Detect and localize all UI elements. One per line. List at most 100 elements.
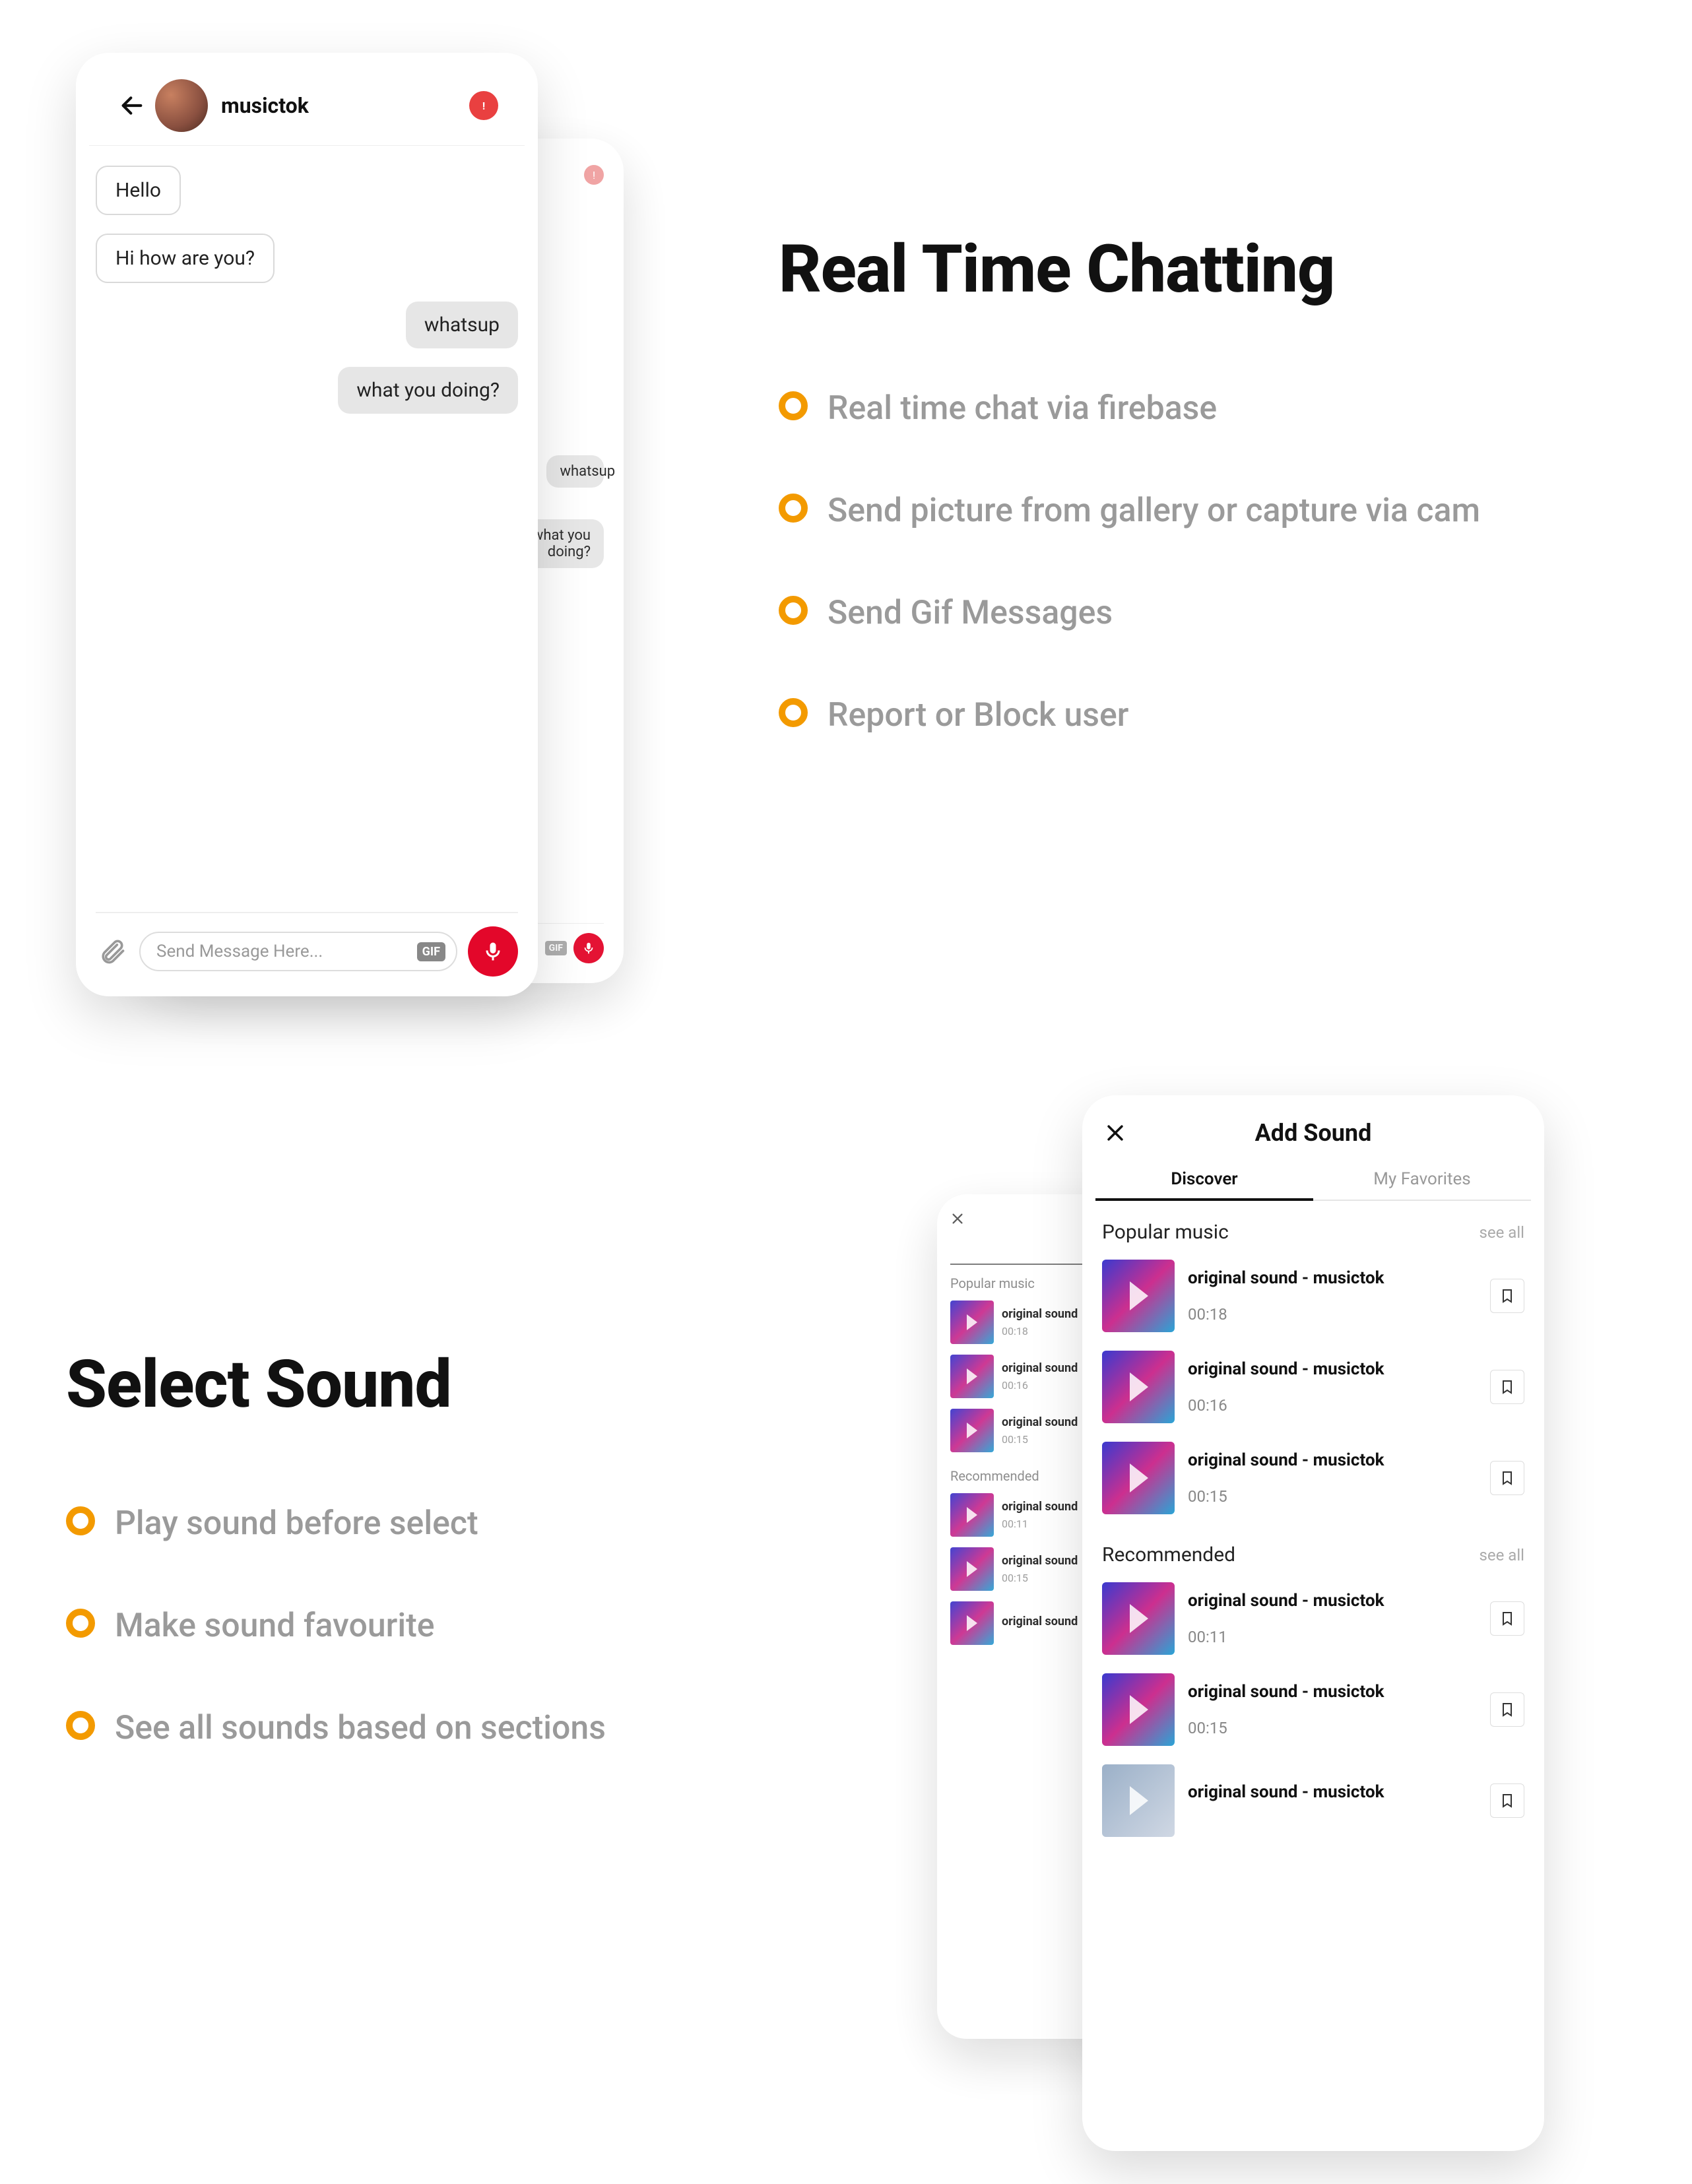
- sound-duration: 00:18: [1002, 1325, 1078, 1337]
- sound-duration: 00:15: [1188, 1719, 1477, 1737]
- section-title: Popular music: [1102, 1221, 1229, 1244]
- feature-text: Send picture from gallery or capture via…: [828, 490, 1480, 532]
- sound-duration: 00:11: [1002, 1518, 1078, 1530]
- sound-duration: 00:15: [1002, 1433, 1078, 1446]
- feature-item: Make sound favourite: [66, 1605, 792, 1648]
- feature-item: Report or Block user: [779, 694, 1571, 737]
- report-icon[interactable]: !: [469, 91, 498, 120]
- gif-button[interactable]: GIF: [545, 941, 567, 955]
- feature-text: Make sound favourite: [115, 1605, 435, 1648]
- msg-bubble: what you doing?: [338, 367, 518, 414]
- section-heading: Select Sound: [66, 1346, 792, 1423]
- sound-name: original sound - musictok: [1188, 1782, 1477, 1802]
- section-recommended-header: Recommended see all: [1082, 1524, 1544, 1573]
- msg-bubble: whatsup: [546, 455, 604, 488]
- play-icon[interactable]: [950, 1301, 994, 1344]
- see-all-link[interactable]: see all: [1479, 1546, 1524, 1564]
- message-input[interactable]: Send Message Here... GIF: [139, 932, 457, 971]
- sound-name: original sound: [1002, 1307, 1078, 1321]
- sound-duration: 00:18: [1188, 1305, 1477, 1324]
- back-icon[interactable]: [115, 89, 148, 122]
- chatting-copy: Real Time Chatting Real time chat via fi…: [779, 231, 1571, 737]
- sound-name: original sound - musictok: [1188, 1591, 1477, 1611]
- play-icon[interactable]: [950, 1493, 994, 1537]
- bullet-icon: [779, 494, 808, 523]
- sound-name: original sound - musictok: [1188, 1268, 1477, 1288]
- sound-duration: 00:11: [1188, 1628, 1477, 1646]
- play-icon[interactable]: [1102, 1442, 1175, 1514]
- section-sound: Select Sound Play sound before select Ma…: [0, 1062, 1692, 2184]
- section-heading: Real Time Chatting: [779, 231, 1571, 308]
- msg-bubble: Hello: [96, 166, 181, 215]
- sound-name: original sound - musictok: [1188, 1359, 1477, 1379]
- play-icon[interactable]: [950, 1355, 994, 1398]
- bookmark-icon[interactable]: [1490, 1692, 1524, 1727]
- avatar[interactable]: [155, 79, 208, 132]
- bookmark-icon[interactable]: [1490, 1783, 1524, 1818]
- sound-row[interactable]: original sound - musictok 00:16: [1082, 1341, 1544, 1432]
- chat-username: musictok: [221, 93, 309, 118]
- see-all-link[interactable]: see all: [1479, 1223, 1524, 1242]
- play-icon[interactable]: [1102, 1582, 1175, 1655]
- bookmark-icon[interactable]: [1490, 1461, 1524, 1495]
- feature-text: Report or Block user: [828, 694, 1128, 737]
- feature-text: Play sound before select: [115, 1502, 478, 1545]
- play-icon[interactable]: [1102, 1673, 1175, 1746]
- feature-item: Real time chat via firebase: [779, 387, 1571, 430]
- sound-title: Add Sound: [1102, 1119, 1524, 1147]
- bullet-icon: [779, 698, 808, 727]
- sound-name: original sound: [1002, 1554, 1078, 1568]
- section-title: Recommended: [1102, 1543, 1235, 1566]
- sound-name: original sound - musictok: [1188, 1682, 1477, 1702]
- play-icon[interactable]: [1102, 1764, 1175, 1837]
- mic-button[interactable]: [468, 926, 518, 977]
- play-icon[interactable]: [950, 1547, 994, 1591]
- messages-area: Hello Hi how are you? whatsup what you d…: [76, 146, 538, 432]
- sound-row[interactable]: original sound - musictok 00:18: [1082, 1250, 1544, 1341]
- sound-duration: 00:16: [1188, 1396, 1477, 1415]
- feature-text: See all sounds based on sections: [115, 1707, 606, 1750]
- sound-name: original sound: [1002, 1500, 1078, 1514]
- bookmark-icon[interactable]: [1490, 1370, 1524, 1404]
- message-placeholder: Send Message Here...: [156, 942, 323, 961]
- feature-item: See all sounds based on sections: [66, 1707, 792, 1750]
- sound-name: original sound: [1002, 1361, 1078, 1375]
- sound-duration: 00:16: [1002, 1379, 1078, 1392]
- play-icon[interactable]: [1102, 1351, 1175, 1423]
- play-icon[interactable]: [1102, 1260, 1175, 1332]
- sound-name: original sound - musictok: [1188, 1450, 1477, 1470]
- attach-icon[interactable]: [96, 935, 129, 968]
- bullet-icon: [66, 1609, 95, 1638]
- chat-header: musictok !: [89, 53, 525, 146]
- play-icon[interactable]: [950, 1601, 994, 1645]
- sound-row[interactable]: original sound - musictok 00:11: [1082, 1573, 1544, 1664]
- phone-front-chat: musictok ! Hello Hi how are you? whatsup…: [76, 53, 538, 996]
- bullet-icon: [66, 1506, 95, 1535]
- chat-input-area: Send Message Here... GIF: [96, 912, 518, 977]
- sound-name: original sound: [1002, 1615, 1078, 1628]
- msg-bubble: Hi how are you?: [96, 234, 275, 283]
- feature-item: Send Gif Messages: [779, 592, 1571, 635]
- section-chatting: ! whatsup what you doing? GIF musictok !…: [0, 0, 1692, 1056]
- report-icon[interactable]: !: [584, 165, 604, 185]
- feature-text: Send Gif Messages: [828, 592, 1113, 635]
- bullet-icon: [779, 596, 808, 625]
- feature-text: Real time chat via firebase: [828, 387, 1217, 430]
- bookmark-icon[interactable]: [1490, 1279, 1524, 1313]
- msg-bubble: whatsup: [406, 302, 518, 348]
- sound-row[interactable]: original sound - musictok 00:15: [1082, 1432, 1544, 1524]
- sound-copy: Select Sound Play sound before select Ma…: [66, 1346, 792, 1750]
- bookmark-icon[interactable]: [1490, 1601, 1524, 1636]
- sound-duration: 00:15: [1188, 1487, 1477, 1506]
- phone-front-sound: Add Sound Discover My Favorites Popular …: [1082, 1095, 1544, 2151]
- sound-row[interactable]: original sound - musictok: [1082, 1755, 1544, 1846]
- gif-button[interactable]: GIF: [417, 942, 445, 961]
- play-icon[interactable]: [950, 1409, 994, 1452]
- tab-discover[interactable]: Discover: [1095, 1160, 1313, 1201]
- tab-favorites[interactable]: My Favorites: [1313, 1160, 1531, 1201]
- sound-row[interactable]: original sound - musictok 00:15: [1082, 1664, 1544, 1755]
- mic-button[interactable]: [573, 933, 604, 963]
- section-popular-header: Popular music see all: [1082, 1201, 1544, 1250]
- feature-item: Send picture from gallery or capture via…: [779, 490, 1571, 532]
- bullet-icon: [779, 391, 808, 420]
